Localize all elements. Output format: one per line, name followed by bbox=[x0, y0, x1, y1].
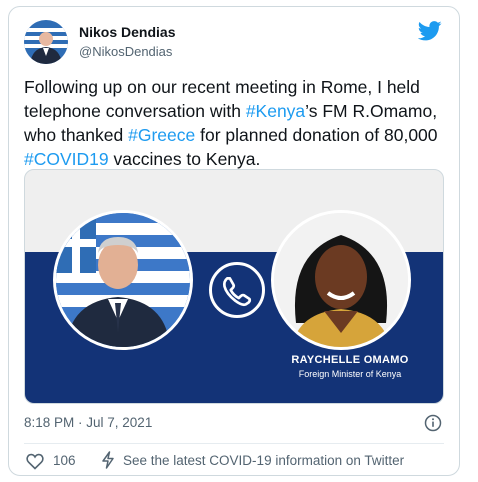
twitter-bird-icon[interactable] bbox=[418, 21, 442, 41]
phone-icon bbox=[209, 262, 265, 318]
heart-icon[interactable] bbox=[26, 453, 44, 470]
author-handle[interactable]: @NikosDendias bbox=[79, 44, 172, 59]
hashtag-link[interactable]: #Greece bbox=[128, 125, 195, 145]
tweet-timestamp[interactable]: 8:18 PM · Jul 7, 2021 bbox=[24, 415, 152, 430]
author-avatar[interactable] bbox=[24, 20, 68, 64]
media-caption-role: Foreign Minister of Kenya bbox=[298, 369, 402, 379]
tweet-media-image[interactable]: RAYCHELLE OMAMO Foreign Minister of Keny… bbox=[24, 169, 444, 404]
hashtag-link[interactable]: #Kenya bbox=[246, 101, 305, 121]
avatar-photo bbox=[24, 20, 68, 64]
omamo-portrait bbox=[271, 210, 411, 350]
tweet-text: Following up on our recent meeting in Ro… bbox=[24, 75, 452, 171]
divider bbox=[24, 443, 444, 444]
covid-info-link[interactable]: See the latest COVID-19 information on T… bbox=[123, 453, 404, 468]
like-count[interactable]: 106 bbox=[53, 453, 76, 468]
tweet-text-segment: for planned donation of 80,000 bbox=[195, 125, 438, 145]
author-name[interactable]: Nikos Dendias bbox=[79, 24, 175, 40]
dendias-portrait bbox=[53, 210, 193, 350]
tweet-text-segment: vaccines to Kenya. bbox=[108, 149, 261, 169]
lightning-bolt-icon bbox=[102, 451, 114, 469]
hashtag-link[interactable]: #COVID19 bbox=[24, 149, 109, 169]
info-icon[interactable] bbox=[424, 414, 442, 432]
tweet-card[interactable]: Nikos Dendias @NikosDendias Following up… bbox=[8, 6, 460, 476]
media-caption-name: RAYCHELLE OMAMO bbox=[291, 354, 409, 366]
